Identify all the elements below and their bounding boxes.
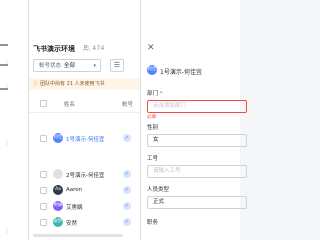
account-badge-icon: ✓ — [123, 218, 131, 226]
table-row[interactable]: 安然 安然 ✓ — [29, 214, 140, 230]
member-count: 474 — [83, 44, 105, 52]
more-icon[interactable]: ⋮ — [4, 60, 10, 67]
employee-id-label: 工号 — [147, 156, 159, 162]
info-icon: ⓘ — [33, 81, 39, 87]
member-edit-panel: ✕ 何佳 1号演示-何佳宜 部门 * 点击添加部门 必填 性别 女 工号 请输入… — [140, 0, 247, 240]
table-row[interactable]: Aa Aaron ✓ — [29, 182, 140, 198]
account-badge-icon: ✓ — [123, 202, 131, 210]
filter-value: 全部 — [64, 63, 76, 69]
list-view-button[interactable]: ☰ — [110, 59, 124, 72]
account-badge-icon: ✓ — [123, 134, 131, 142]
table-row[interactable]: 男娲 艾男娲 ✓ — [29, 198, 140, 214]
row-checkbox[interactable] — [40, 219, 47, 226]
table-header: 姓名 帐号 — [29, 96, 140, 113]
table-row[interactable]: 何佳 1号演示-何佳宜 ✓ — [29, 130, 140, 146]
more-icon[interactable]: ⋮ — [4, 140, 10, 147]
member-list-pane: 飞书演示环境 474 帐号状态 全部 ▾ ☰ ⓘ 团队中尚有 21 人未使用飞书 姓… — [29, 0, 140, 240]
row-checkbox[interactable] — [40, 187, 47, 194]
avatar: Aa — [53, 185, 63, 195]
sidebar-marker — [0, 44, 8, 46]
account-status-filter[interactable]: 帐号状态 全部 ▾ — [33, 59, 101, 72]
row-checkbox[interactable] — [40, 135, 47, 142]
column-name: 姓名 — [64, 102, 76, 108]
member-name: 安然 — [66, 221, 78, 227]
inactive-users-banner[interactable]: ⓘ 团队中尚有 21 人未使用飞书 — [29, 78, 140, 90]
gender-label: 性别 — [147, 125, 159, 131]
table-row[interactable]: 2号演示-何佳宜 ✓ — [29, 166, 140, 182]
member-name: 艾男娲 — [66, 205, 83, 211]
staff-type-select[interactable]: 正式 — [147, 196, 247, 209]
avatar: 男娲 — [53, 201, 63, 211]
banner-text: 团队中尚有 21 人未使用飞书 — [40, 81, 105, 87]
employee-id-field[interactable]: 请输入工号 — [147, 165, 247, 178]
account-badge-icon: ✓ — [123, 186, 131, 194]
more-icon[interactable]: ⋮ — [4, 228, 10, 235]
people-icon — [83, 44, 90, 51]
select-all-checkbox[interactable] — [40, 100, 47, 107]
page-title: 飞书演示环境 — [33, 45, 75, 53]
filter-label: 帐号状态 — [39, 63, 62, 69]
avatar: 何佳 — [147, 65, 157, 75]
job-title-label: 职务 — [147, 220, 159, 226]
row-checkbox[interactable] — [40, 171, 47, 178]
column-account: 帐号 — [122, 102, 134, 108]
department-label: 部门 * — [147, 91, 163, 97]
account-badge-icon: ✓ — [123, 170, 131, 178]
horizontal-scrollbar[interactable] — [33, 234, 123, 237]
gender-select[interactable]: 女 — [147, 134, 247, 147]
avatar: 安然 — [53, 217, 63, 227]
panel-user-name: 1号演示-何佳宜 — [160, 69, 202, 76]
row-checkbox[interactable] — [40, 203, 47, 210]
more-icon[interactable]: ⋮ — [4, 84, 10, 91]
close-icon[interactable]: ✕ — [147, 44, 155, 53]
department-error: 必填 — [147, 115, 156, 120]
staff-type-label: 人员类型 — [147, 187, 170, 193]
member-name: Aaron — [66, 187, 83, 193]
member-count-value: 474 — [92, 44, 105, 52]
avatar — [53, 169, 63, 179]
avatar: 何佳 — [53, 133, 63, 143]
member-name: 2号演示-何佳宜 — [66, 173, 105, 179]
department-field[interactable]: 点击添加部门 — [147, 100, 247, 113]
member-name: 1号演示-何佳宜 — [66, 137, 105, 143]
left-sidebar: ⋮ ⋮ ⋮ ⋮ — [0, 0, 29, 240]
chevron-down-icon: ▾ — [93, 63, 96, 69]
